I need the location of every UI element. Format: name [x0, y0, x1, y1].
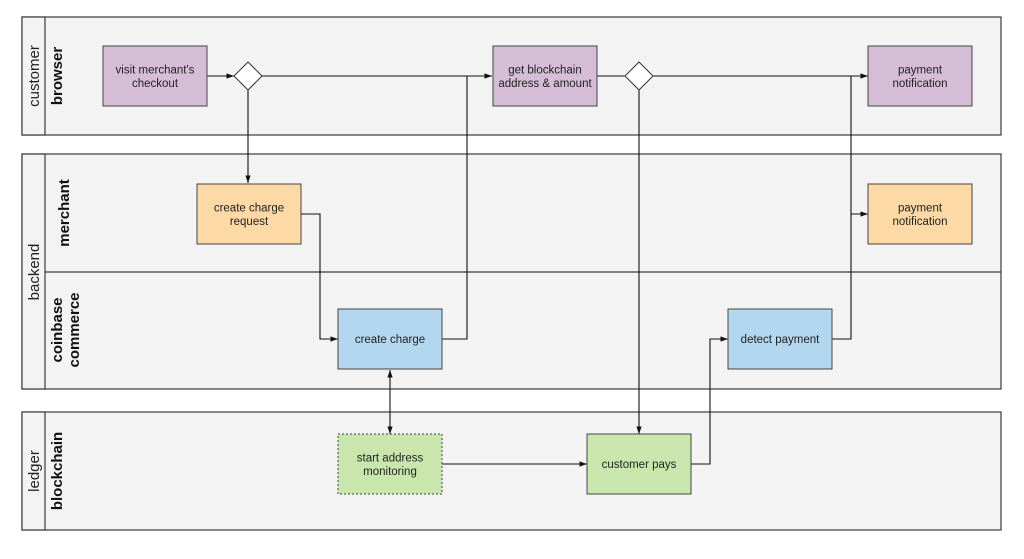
node-monitor[interactable]: start address monitoring — [337, 433, 443, 495]
pool-title-backend: backend — [26, 244, 43, 301]
node-label-line: notification — [893, 216, 948, 228]
node-label-line: notification — [893, 78, 948, 90]
node-label-line: monitoring — [363, 466, 417, 478]
pool-ledger-frame — [21, 411, 1002, 531]
pool-backend: backend merchant coinbase commerce — [21, 153, 1002, 390]
node-notify-merchant[interactable]: payment notification — [867, 183, 973, 245]
lane-title-blockchain: blockchain — [49, 432, 66, 510]
lane-title-browser: browser — [49, 47, 66, 106]
node-notify-browser[interactable]: payment notification — [867, 45, 973, 107]
node-detect[interactable]: detect payment — [727, 308, 833, 370]
node-label-line: payment — [898, 64, 943, 76]
pool-title-ledger: ledger — [26, 450, 43, 492]
node-label-line: request — [230, 216, 269, 228]
node-label-line: address & amount — [498, 78, 592, 90]
node-label-line: get blockchain — [508, 64, 582, 76]
node-label-line: detect payment — [741, 334, 820, 346]
lane-title-coinbase-line1: coinbase — [49, 297, 66, 362]
node-label-line: visit merchant's — [116, 64, 195, 76]
node-label-line: customer pays — [602, 459, 677, 471]
node-label-line: checkout — [132, 78, 179, 90]
node-charge-req[interactable]: create charge request — [196, 183, 302, 245]
node-label-line: create charge — [355, 334, 425, 346]
lane-title-merchant: merchant — [56, 179, 73, 247]
node-create-charge[interactable]: create charge — [337, 308, 443, 370]
node-get-addr[interactable]: get blockchain address & amount — [492, 45, 598, 107]
pool-title-customer: customer — [26, 45, 43, 107]
node-label-line: start address — [357, 452, 424, 464]
lane-title-coinbase-line2: commerce — [66, 292, 83, 367]
node-label-line: payment — [898, 202, 943, 214]
node-pays[interactable]: customer pays — [586, 433, 692, 495]
pool-ledger: ledger blockchain — [21, 411, 1002, 531]
node-label-line: create charge — [214, 202, 284, 214]
node-visit[interactable]: visit merchant's checkout — [102, 45, 208, 107]
swimlane-diagram: customer browser backend merchant coinba… — [21, 16, 1002, 531]
